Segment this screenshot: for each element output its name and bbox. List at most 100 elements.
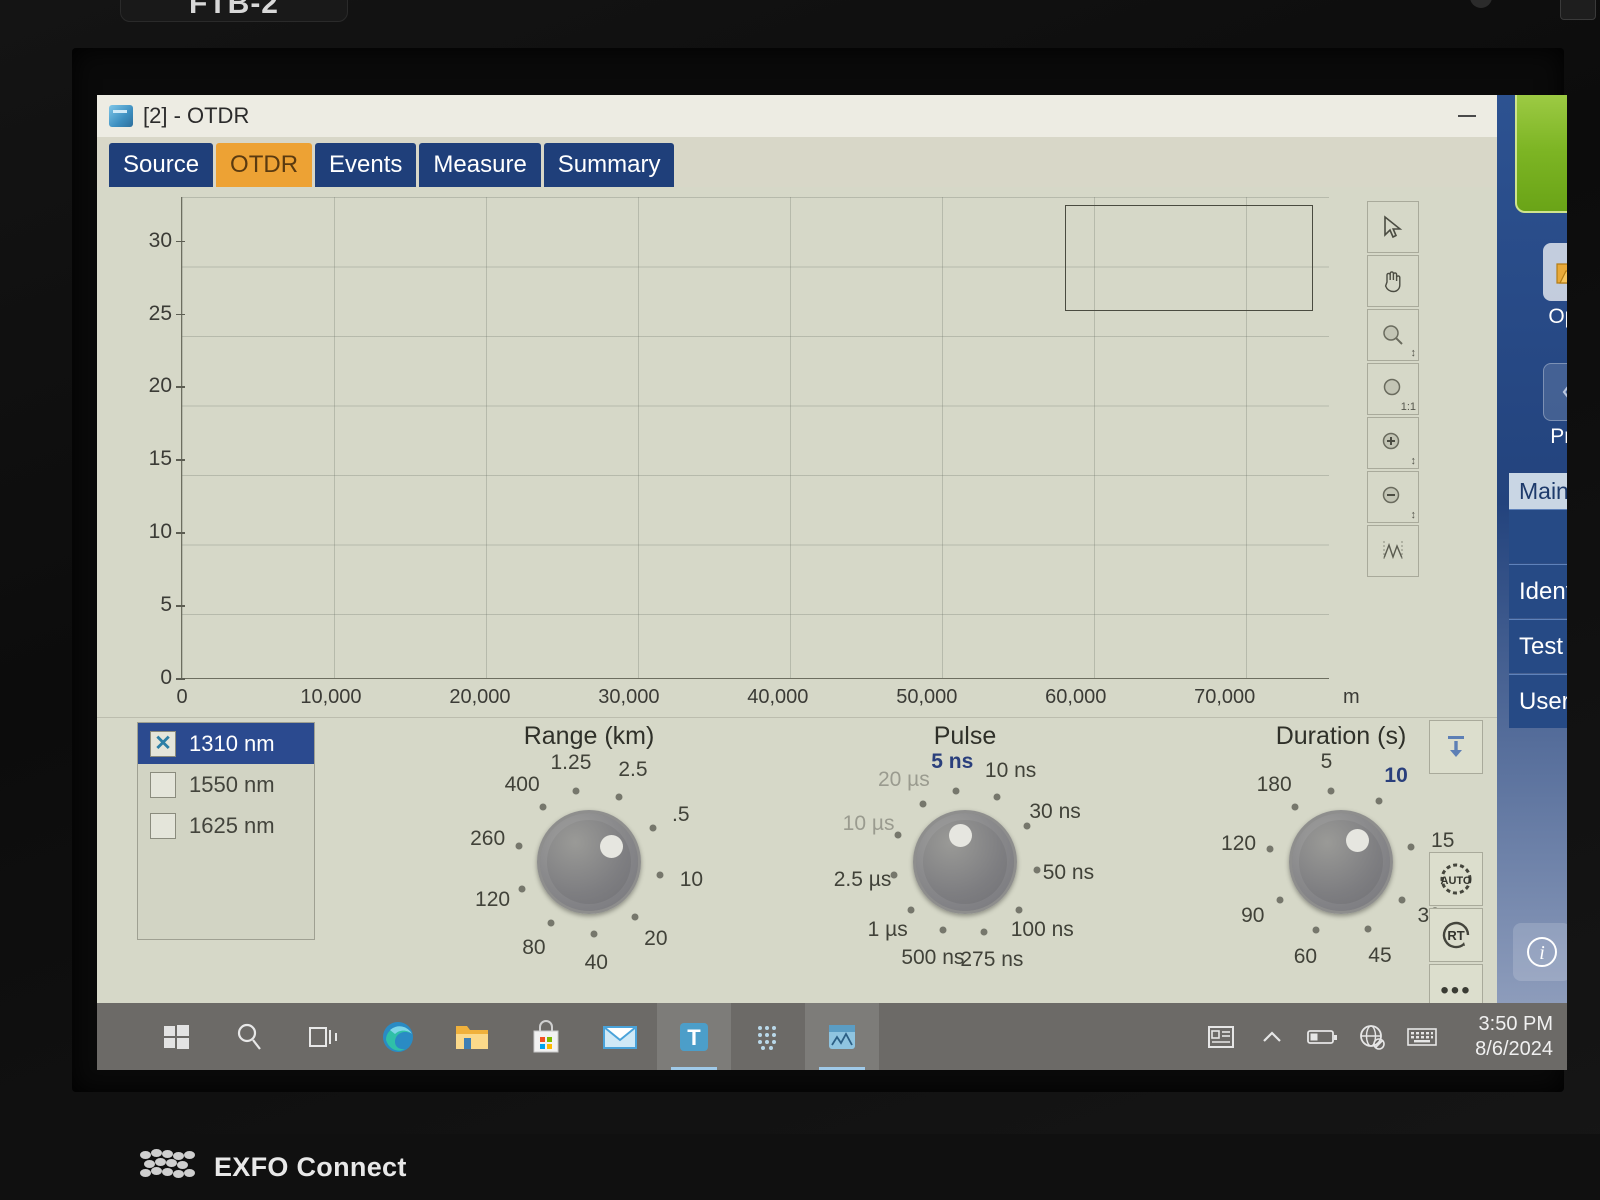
- taskbar-clock[interactable]: 3:50 PM 8/6/2024: [1447, 1012, 1567, 1061]
- wavelength-checkbox[interactable]: ✕: [150, 730, 176, 757]
- dots-app-button[interactable]: [731, 1003, 805, 1070]
- range-knob-group: Range (km) 1.25 2.5 .5 10 20 40 80 120 260 400: [449, 718, 729, 974]
- knob-pointer: [948, 823, 972, 847]
- tab-label: Summary: [557, 151, 661, 178]
- knob-tick-dot: [1398, 896, 1406, 904]
- search-button[interactable]: [213, 1003, 287, 1070]
- trace-fit-icon[interactable]: [1367, 525, 1419, 577]
- knob-tick-label[interactable]: 40: [585, 951, 608, 975]
- knob-tick-label[interactable]: 500 ns: [901, 946, 964, 970]
- tab-events[interactable]: Events: [315, 143, 417, 187]
- knob-tick-label[interactable]: 45: [1368, 944, 1391, 968]
- logo-dot: [184, 1169, 195, 1177]
- prev-button[interactable]: Prev.: [1515, 363, 1567, 449]
- knob-tick-label[interactable]: 90: [1241, 904, 1264, 928]
- knob-tick-dot: [615, 793, 623, 801]
- tab-summary[interactable]: Summary: [543, 143, 675, 187]
- right-side-panel: Open Prev. Main Menu Fi Identifi Test Co…: [1497, 95, 1567, 1003]
- pan-hand-icon[interactable]: [1367, 255, 1419, 307]
- knob-tick-dot: [656, 871, 664, 878]
- knob-tick-label[interactable]: 10: [1384, 764, 1407, 788]
- network-tray-icon[interactable]: [1347, 1003, 1397, 1070]
- tab-otdr[interactable]: OTDR: [216, 143, 313, 187]
- zoom-fit-icon[interactable]: ↕: [1367, 309, 1419, 361]
- mail-button[interactable]: [583, 1003, 657, 1070]
- start-button[interactable]: [139, 1003, 213, 1070]
- knob-tick-label[interactable]: 120: [1221, 832, 1256, 856]
- knob-tick-label[interactable]: 260: [470, 827, 505, 851]
- zoom-fit-arrows: ↕: [1410, 347, 1417, 359]
- otdr-app-button[interactable]: [805, 1003, 879, 1070]
- show-hidden-icons[interactable]: [1247, 1003, 1297, 1070]
- knob-tick-label[interactable]: 120: [475, 888, 510, 912]
- knob-tick-label[interactable]: 400: [505, 773, 540, 797]
- knob-tick-label[interactable]: 2.5: [618, 758, 647, 782]
- knob-tick-dot: [1291, 803, 1299, 811]
- menu-item-test-configuration[interactable]: Test Conf: [1509, 619, 1567, 673]
- knob-tick-label[interactable]: 1.25: [551, 751, 592, 775]
- task-view-button[interactable]: [287, 1003, 361, 1070]
- wavelength-label: 1550 nm: [189, 771, 275, 797]
- device-bezel: FTB-2 [2] - OTDR Source OTDR Events Measure…: [0, 0, 1600, 1200]
- tab-source[interactable]: Source: [109, 143, 214, 187]
- knob-tick-label[interactable]: 100 ns: [1011, 918, 1074, 942]
- knob-tick-label[interactable]: 20: [644, 927, 667, 951]
- acquire-button[interactable]: [1429, 720, 1483, 774]
- menu-item-user-preferences[interactable]: User Pref: [1509, 674, 1567, 728]
- keyboard-tray-icon[interactable]: [1397, 1003, 1447, 1070]
- application-body: 0 5 10 15 20 25 30 0 10,000 20,000 30,000 40,000 50,…: [97, 187, 1497, 1018]
- logo-dot: [177, 1161, 188, 1169]
- wavelength-option-1550-nm[interactable]: 1550 nm: [138, 764, 314, 805]
- wavelength-label: 1310 nm: [189, 730, 275, 756]
- knob-tick-label[interactable]: .5: [672, 803, 690, 827]
- bezel-port: [1560, 0, 1596, 20]
- knob-tick-dot: [631, 913, 639, 921]
- knob-tick-label[interactable]: 1 µs: [868, 918, 908, 942]
- logo-dot: [162, 1150, 173, 1158]
- knob-tick-label[interactable]: 50 ns: [1043, 861, 1094, 885]
- wavelength-checkbox[interactable]: [150, 771, 176, 798]
- knob-tick-dot: [1327, 787, 1335, 795]
- tab-measure[interactable]: Measure: [419, 143, 541, 187]
- news-tray-icon[interactable]: [1197, 1003, 1247, 1070]
- store-button[interactable]: [509, 1003, 583, 1070]
- cursor-arrow-icon[interactable]: [1367, 201, 1419, 253]
- knob-tick-label[interactable]: 10: [680, 868, 703, 892]
- zoom-out-icon[interactable]: ↕: [1367, 471, 1419, 523]
- file-explorer-button[interactable]: [435, 1003, 509, 1070]
- edge-button[interactable]: [361, 1003, 435, 1070]
- wavelength-option-1625-nm[interactable]: 1625 nm: [138, 805, 314, 846]
- auto-button[interactable]: AUTO: [1429, 852, 1483, 906]
- knob-dial[interactable]: [913, 810, 1017, 914]
- knob-tick-label[interactable]: 180: [1257, 773, 1292, 797]
- open-button[interactable]: Open: [1515, 243, 1567, 329]
- minimize-button[interactable]: [1437, 95, 1497, 137]
- wavelength-label: 1625 nm: [189, 812, 275, 838]
- knob-tick-label[interactable]: 30 ns: [1029, 800, 1080, 824]
- knob-tick-label[interactable]: 2.5 µs: [834, 868, 892, 892]
- knob-title: Pulse: [933, 722, 997, 750]
- zoom-in-icon[interactable]: ↕: [1367, 417, 1419, 469]
- knob-tick-label[interactable]: 5: [1321, 750, 1333, 774]
- otdr-trace-plot[interactable]: 0 5 10 15 20 25 30 0 10,000 20,000 30,000 40,000 50,…: [149, 197, 1360, 708]
- menu-item-identification[interactable]: Identifi: [1509, 564, 1567, 618]
- knob-tick-label[interactable]: 5 ns: [931, 750, 973, 774]
- wavelength-option-1310-nm[interactable]: ✕ 1310 nm: [138, 723, 314, 764]
- knob-dial[interactable]: [1289, 810, 1393, 914]
- zoom-actual-icon[interactable]: 1:1: [1367, 363, 1419, 415]
- menu-item-fiber[interactable]: Fi: [1509, 509, 1567, 563]
- knob-tick-label[interactable]: 275 ns: [960, 948, 1023, 972]
- knob-tick-label[interactable]: 60: [1294, 945, 1317, 969]
- knob-pointer: [599, 835, 623, 858]
- wavelength-checkbox[interactable]: [150, 812, 176, 839]
- info-button[interactable]: i: [1513, 923, 1567, 981]
- knob-tick-label[interactable]: 10 ns: [985, 759, 1036, 783]
- knob-dial[interactable]: [537, 810, 641, 914]
- toolbox-app-button[interactable]: T: [657, 1003, 731, 1070]
- knob-tick-label[interactable]: 10 µs: [843, 812, 895, 836]
- realtime-button[interactable]: RT: [1429, 908, 1483, 962]
- battery-tray-icon[interactable]: [1297, 1003, 1347, 1070]
- start-acquisition-button[interactable]: [1515, 95, 1567, 213]
- knob-tick-label[interactable]: 20 µs: [878, 768, 930, 792]
- knob-tick-label[interactable]: 80: [522, 936, 545, 960]
